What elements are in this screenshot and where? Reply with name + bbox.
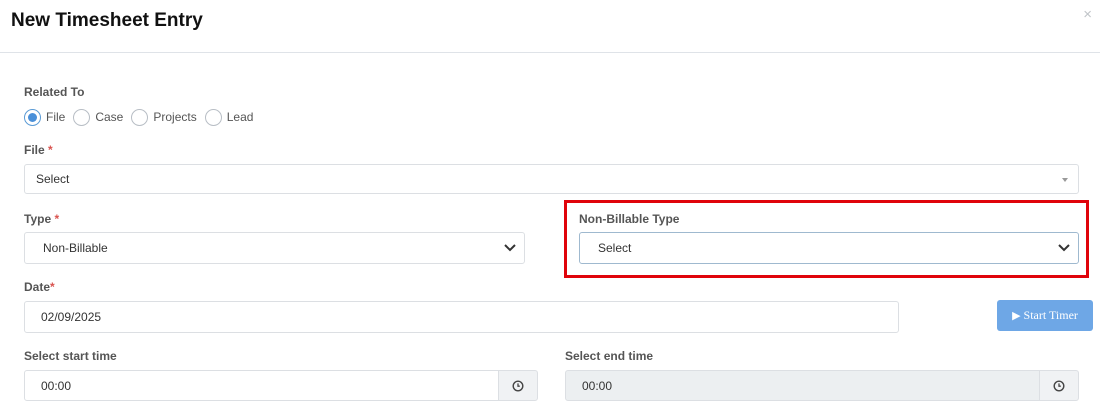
chevron-down-icon [504, 244, 516, 252]
radio-button-case[interactable] [73, 108, 91, 126]
related-to-radio-group: File Case Projects Lead [24, 107, 261, 127]
radio-option-projects[interactable]: Projects [131, 108, 197, 126]
start-time-input[interactable]: 00:00 [24, 370, 499, 401]
radio-button-projects[interactable] [131, 108, 149, 126]
clock-icon [1053, 379, 1065, 392]
start-timer-button[interactable]: ▶ Start Timer [997, 300, 1093, 331]
radio-button-lead[interactable] [204, 108, 222, 126]
date-label: Date* [24, 280, 55, 294]
radio-option-file[interactable]: File [24, 108, 66, 126]
type-label-text: Type [24, 212, 52, 226]
file-select[interactable]: Select [24, 164, 1079, 194]
start-time-value: 00:00 [41, 378, 72, 393]
caret-down-icon [1062, 178, 1068, 182]
play-icon: ▶ [1012, 310, 1021, 322]
radio-option-case[interactable]: Case [73, 108, 124, 126]
end-time-value: 00:00 [582, 378, 613, 393]
date-label-text: Date [24, 280, 51, 294]
start-time-clock-button[interactable] [498, 370, 538, 401]
type-label: Type * [24, 212, 59, 226]
required-mark: * [48, 143, 53, 157]
end-time-input: 00:00 [565, 370, 1040, 401]
file-select-value: Select [36, 172, 70, 186]
end-time-clock-button[interactable] [1039, 370, 1079, 401]
type-select-value: Non-Billable [43, 241, 108, 255]
date-input[interactable]: 02/09/2025 [24, 301, 899, 333]
modal-header: New Timesheet Entry × [0, 0, 1100, 53]
radio-option-lead[interactable]: Lead [204, 108, 254, 126]
radio-label-lead: Lead [226, 110, 254, 124]
clock-icon [512, 379, 524, 392]
related-to-label: Related To [24, 85, 85, 99]
type-select[interactable]: Non-Billable [24, 232, 525, 264]
file-label: File * [24, 143, 53, 157]
required-mark: * [50, 280, 55, 294]
start-timer-label: Start Timer [1023, 308, 1078, 322]
file-label-text: File [24, 143, 45, 157]
date-input-value: 02/09/2025 [41, 310, 102, 324]
highlight-box [564, 200, 1089, 278]
radio-label-case: Case [95, 110, 124, 124]
radio-button-file[interactable] [24, 108, 41, 126]
end-time-label: Select end time [565, 349, 654, 363]
modal-title: New Timesheet Entry [11, 10, 203, 31]
close-icon[interactable]: × [1083, 6, 1092, 23]
start-time-label: Select start time [24, 349, 117, 363]
radio-label-projects: Projects [153, 110, 197, 124]
required-mark: * [54, 212, 60, 226]
radio-label-file: File [46, 110, 66, 124]
